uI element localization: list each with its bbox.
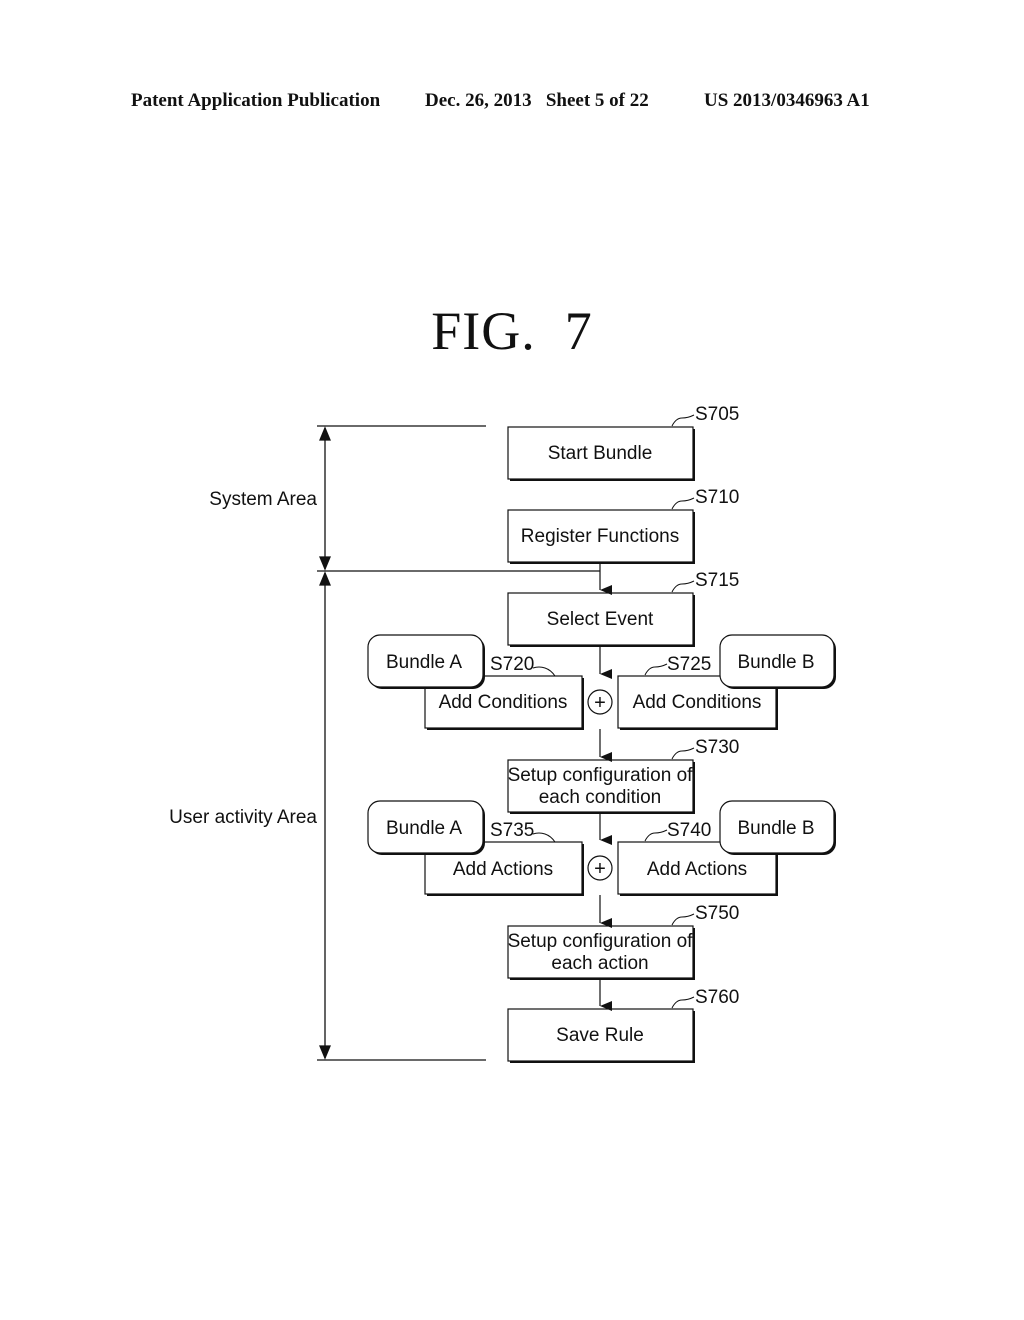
ref-s705: S705 — [695, 404, 739, 425]
leader-s740 — [644, 829, 668, 842]
leader-s760 — [671, 996, 695, 1009]
bundle-a-conditions-label: Bundle A — [386, 652, 462, 673]
arrowhead — [319, 571, 331, 586]
bundle-b-actions-label: Bundle B — [737, 818, 814, 839]
leader-s750 — [671, 913, 695, 926]
leader-s715 — [671, 580, 695, 593]
leader-s710 — [671, 497, 695, 510]
leader-s705 — [671, 414, 695, 427]
step-s715-label: Select Event — [547, 609, 654, 630]
plus-icon: + — [594, 858, 606, 880]
ref-s725: S725 — [667, 654, 711, 675]
step-s710-label: Register Functions — [521, 526, 679, 547]
arrowhead — [319, 1045, 331, 1060]
ref-s720: S720 — [490, 654, 534, 675]
ref-s735: S735 — [490, 820, 534, 841]
step-s735-label: Add Actions — [453, 859, 553, 880]
step-s720-label: Add Conditions — [439, 692, 568, 713]
ref-s760: S760 — [695, 987, 739, 1008]
leader-s735 — [532, 832, 556, 843]
plus-icon: + — [594, 692, 606, 714]
combine-actions-symbol: + — [587, 855, 613, 881]
combine-conditions-symbol: + — [587, 689, 613, 715]
flowchart: System Area User activity Area Start Bun… — [169, 404, 836, 1063]
ref-s740: S740 — [667, 820, 711, 841]
step-s750-label-line2: each action — [551, 953, 648, 974]
step-s730-label-line1: Setup configuration of — [508, 765, 694, 786]
step-s740-label: Add Actions — [647, 859, 747, 880]
bundle-b-conditions-label: Bundle B — [737, 652, 814, 673]
ref-s750: S750 — [695, 903, 739, 924]
step-s760-label: Save Rule — [556, 1025, 644, 1046]
ref-s715: S715 — [695, 570, 739, 591]
user-activity-area-label: User activity Area — [169, 807, 317, 828]
step-s750-label-line1: Setup configuration of — [508, 931, 694, 952]
ref-s710: S710 — [695, 487, 739, 508]
leader-s720 — [532, 666, 556, 677]
step-s730-label-line2: each condition — [539, 787, 662, 808]
system-area-label: System Area — [209, 489, 317, 510]
leader-s725 — [644, 663, 668, 676]
leader-s730 — [671, 747, 695, 760]
ref-s730: S730 — [695, 737, 739, 758]
arrowhead — [319, 556, 331, 571]
step-s705-label: Start Bundle — [548, 443, 653, 464]
bundle-a-actions-label: Bundle A — [386, 818, 462, 839]
step-s725-label: Add Conditions — [633, 692, 762, 713]
arrowhead — [319, 426, 331, 441]
